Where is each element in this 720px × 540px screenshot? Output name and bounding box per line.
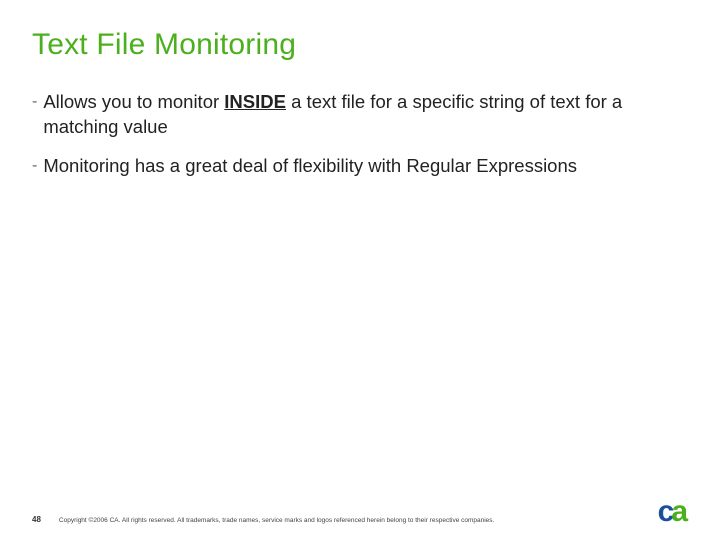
bullet-text-emph: INSIDE: [224, 91, 286, 112]
logo-letter-a: a: [671, 500, 688, 524]
copyright-text: Copyright ©2006 CA. All rights reserved.…: [59, 517, 494, 524]
slide-footer: 48 Copyright ©2006 CA. All rights reserv…: [32, 500, 688, 524]
bullet-dash-icon: -: [32, 154, 37, 179]
bullet-item: - Allows you to monitor INSIDE a text fi…: [32, 90, 688, 140]
footer-left: 48 Copyright ©2006 CA. All rights reserv…: [32, 515, 494, 524]
bullet-text-pre: Monitoring has a great deal of flexibili…: [43, 155, 577, 176]
slide: Text File Monitoring - Allows you to mon…: [0, 0, 720, 540]
slide-title: Text File Monitoring: [32, 28, 688, 62]
bullet-list: - Allows you to monitor INSIDE a text fi…: [32, 90, 688, 179]
page-number: 48: [32, 515, 41, 524]
bullet-text-pre: Allows you to monitor: [43, 91, 224, 112]
ca-logo: ca: [658, 500, 688, 524]
logo-letter-c: c: [658, 500, 672, 524]
bullet-text: Allows you to monitor INSIDE a text file…: [43, 90, 688, 140]
bullet-text: Monitoring has a great deal of flexibili…: [43, 154, 688, 179]
bullet-dash-icon: -: [32, 90, 37, 140]
bullet-item: - Monitoring has a great deal of flexibi…: [32, 154, 688, 179]
